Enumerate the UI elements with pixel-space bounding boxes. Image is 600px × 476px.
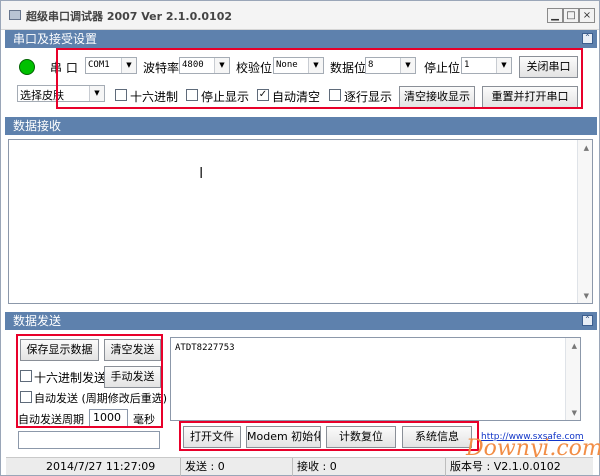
send-title: 数据发送 xyxy=(13,314,62,328)
scroll-down-icon[interactable]: ▼ xyxy=(572,409,577,417)
collapse-icon[interactable]: ⌃ xyxy=(582,33,593,44)
restore-button[interactable]: □ xyxy=(563,8,579,23)
status-light-icon xyxy=(19,59,35,75)
scroll-down-icon[interactable]: ▼ xyxy=(584,292,589,300)
status-datetime: 2014/7/27 11:27:09 xyxy=(6,458,181,476)
highlight-box-settings xyxy=(56,48,583,109)
serial-settings-header: 串口及接受设置 ⌃ xyxy=(5,30,597,48)
send-status-input[interactable] xyxy=(18,431,160,449)
status-bar: 2014/7/27 11:27:09 发送 : 0 接收 : 0 版本号 : V… xyxy=(6,457,593,476)
send-scrollbar[interactable]: ▲ ▼ xyxy=(565,338,580,420)
status-version: 版本号 : V2.1.0.0102 xyxy=(450,460,561,473)
serial-debugger-window: 超级串口调试器 2007 Ver 2.1.0.0102 ▁ □ × 串口及接受设… xyxy=(0,0,600,476)
scroll-up-icon[interactable]: ▲ xyxy=(572,342,577,350)
status-sent: 发送 : 0 xyxy=(181,458,293,476)
app-icon xyxy=(9,10,21,20)
close-window-button[interactable]: × xyxy=(579,8,595,23)
receive-scrollbar[interactable]: ▲ ▼ xyxy=(577,140,592,303)
serial-settings-title: 串口及接受设置 xyxy=(13,32,98,46)
receive-textarea[interactable]: ▲ ▼ xyxy=(8,139,593,304)
highlight-box-tools xyxy=(179,421,479,451)
send-header: 数据发送 ⌃ xyxy=(5,312,597,330)
status-received: 接收 : 0 xyxy=(293,458,446,476)
scroll-up-icon[interactable]: ▲ xyxy=(584,144,589,152)
send-textarea[interactable]: ATDT8227753 ▲ ▼ xyxy=(170,337,581,421)
collapse-icon[interactable]: ⌃ xyxy=(582,315,593,326)
text-cursor-icon: I xyxy=(199,164,204,182)
window-title: 超级串口调试器 2007 Ver 2.1.0.0102 xyxy=(26,10,233,23)
title-bar: 超级串口调试器 2007 Ver 2.1.0.0102 ▁ □ × xyxy=(1,1,599,30)
receive-header: 数据接收 xyxy=(5,117,597,135)
receive-title: 数据接收 xyxy=(13,119,62,133)
send-content: ATDT8227753 xyxy=(175,343,235,353)
highlight-box-send-options xyxy=(16,334,163,428)
minimize-button[interactable]: ▁ xyxy=(547,8,563,23)
